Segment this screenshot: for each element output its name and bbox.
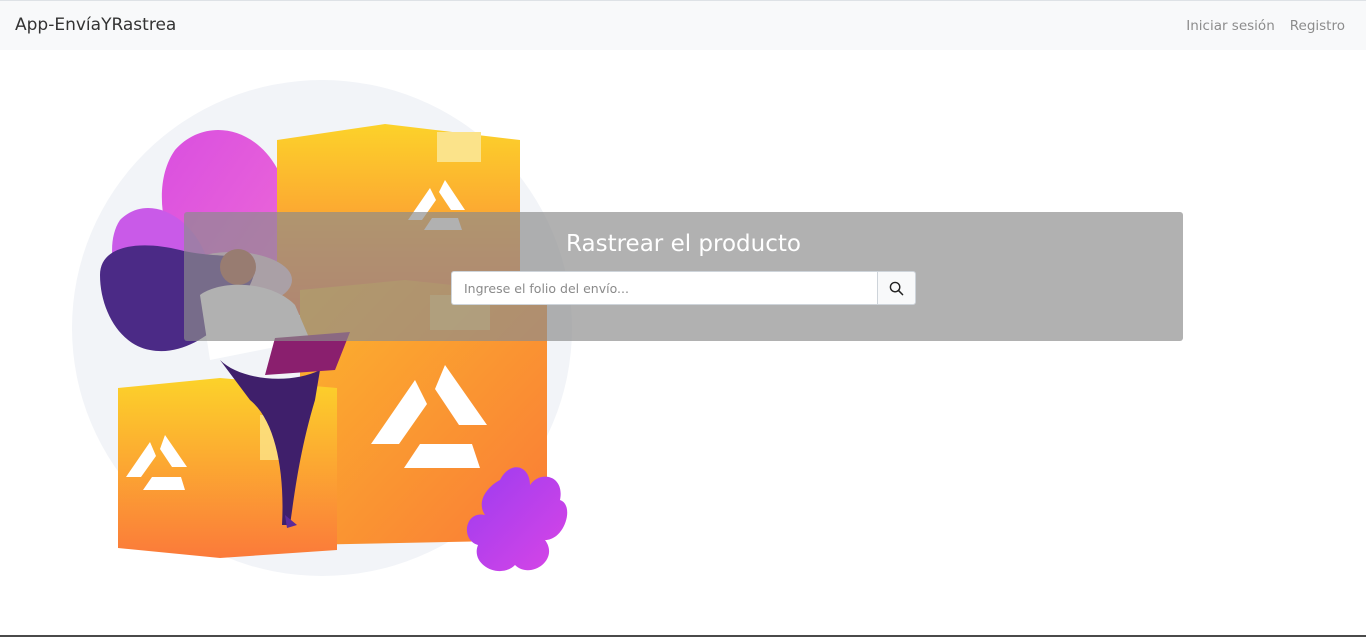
search-group — [451, 271, 916, 305]
search-button[interactable] — [877, 271, 916, 305]
brand-link[interactable]: App-EnvíaYRastrea — [15, 15, 176, 35]
register-link[interactable]: Registro — [1290, 18, 1345, 34]
tracking-panel: Rastrear el producto — [184, 212, 1183, 341]
tracking-title: Rastrear el producto — [566, 231, 801, 257]
navbar: App-EnvíaYRastrea Iniciar sesión Registr… — [0, 0, 1366, 50]
nav-links: Iniciar sesión Registro — [1186, 18, 1345, 34]
search-icon — [889, 281, 904, 295]
tracking-folio-input[interactable] — [451, 271, 877, 305]
login-link[interactable]: Iniciar sesión — [1186, 18, 1275, 34]
